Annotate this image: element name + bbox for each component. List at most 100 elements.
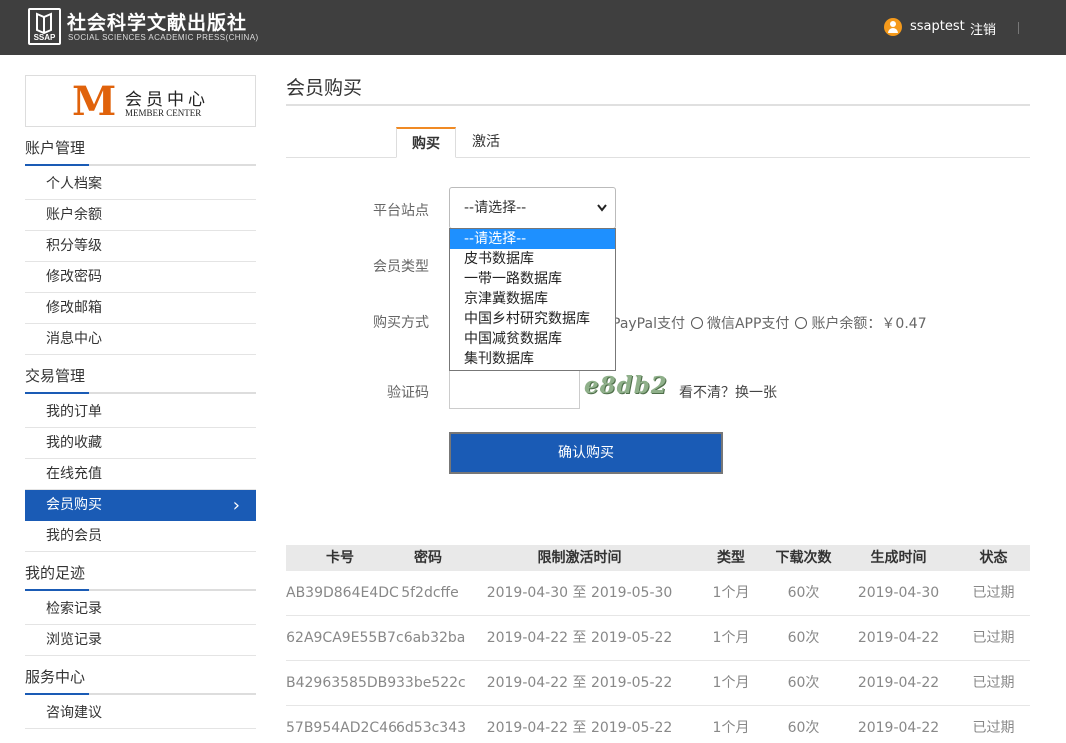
cell-created: 2019-04-22 [857, 675, 940, 691]
column-header-type: 类型 [717, 550, 745, 566]
cell-created: 2019-04-22 [857, 630, 940, 646]
logo-subtitle: SOCIAL SCIENCES ACADEMIC PRESS(CHINA) [68, 33, 259, 42]
table-row: 57B954AD2C46 6d53c343 2019-04-22 至 2019-… [286, 706, 1030, 743]
cell-created: 2019-04-30 [857, 585, 940, 601]
payment-balance-label: 账户余额：￥0.47 [811, 316, 927, 332]
column-header-status: 状态 [979, 550, 1008, 566]
payment-wechat-label: 微信APP支付 [706, 316, 790, 332]
column-header-password: 密码 [414, 550, 442, 566]
cell-status: 已过期 [972, 720, 1015, 736]
dropdown-option[interactable]: 一带一路数据库 [450, 269, 615, 289]
cell-downloads: 60次 [787, 720, 820, 736]
cell-card: 57B954AD2C46 [286, 720, 397, 736]
cell-card: 62A9CA9E55B7 [286, 630, 396, 646]
sidebar-item-messages[interactable]: 消息中心 [25, 324, 256, 355]
tab-purchase[interactable]: 购买 [396, 127, 456, 158]
top-bar: SSAP 社会科学文献出版社 SOCIAL SCIENCES ACADEMIC … [0, 0, 1066, 55]
sidebar-section-service: 服务中心 [25, 663, 256, 695]
sidebar-item-favorites[interactable]: 我的收藏 [25, 428, 256, 459]
section-title-label: 服务中心 [25, 668, 86, 686]
cell-downloads: 60次 [787, 630, 820, 646]
member-center-subtitle: MEMBER CENTER [125, 108, 202, 118]
cell-activation-period: 2019-04-30 至 2019-05-30 [486, 585, 673, 601]
payment-label: 购买方式 [373, 315, 429, 331]
column-header-created: 生成时间 [870, 550, 927, 566]
table-row: B42963585DB9 33be522c 2019-04-22 至 2019-… [286, 661, 1030, 706]
sidebar-item-change-password[interactable]: 修改密码 [25, 262, 256, 293]
sidebar-item-label: 会员购买 [46, 497, 102, 513]
cell-card: B42963585DB9 [286, 675, 397, 691]
member-center-letter: M [72, 78, 117, 125]
payment-wechat-radio[interactable] [690, 317, 703, 329]
cell-password: 6d53c343 [396, 720, 467, 736]
payment-balance-radio[interactable] [795, 317, 808, 329]
ssap-logo-icon[interactable]: SSAP [28, 8, 61, 45]
cell-status: 已过期 [972, 630, 1015, 646]
sidebar-item-change-email[interactable]: 修改邮箱 [25, 293, 256, 324]
sidebar-item-browse-history[interactable]: 浏览记录 [25, 625, 256, 656]
section-accent [25, 693, 89, 695]
page-title: 会员购买 [286, 77, 363, 99]
confirm-purchase-button[interactable]: 确认购买 [449, 432, 723, 474]
cell-type: 1个月 [712, 630, 750, 646]
platform-label: 平台站点 [373, 203, 429, 219]
captcha-image[interactable]: e8db2 [584, 371, 667, 405]
column-header-activation-period: 限制激活时间 [537, 550, 622, 566]
chevron-right-icon: › [232, 495, 240, 516]
sidebar-item-profile[interactable]: 个人档案 [25, 169, 256, 200]
logo-abbr: SSAP [33, 33, 56, 42]
table-row: AB39D864E4DC 5f2dcffe 2019-04-30 至 2019-… [286, 571, 1030, 616]
section-accent [25, 589, 89, 591]
sidebar-section-trade: 交易管理 [25, 362, 256, 394]
cell-activation-period: 2019-04-22 至 2019-05-22 [486, 630, 673, 646]
captcha-refresh-link[interactable]: 看不清？换一张 [679, 382, 777, 402]
captcha-label: 验证码 [387, 385, 429, 401]
username[interactable]: ssaptest [910, 19, 965, 34]
book-glyph-icon [36, 12, 52, 34]
cell-password: 33be522c [396, 675, 466, 691]
cell-activation-period: 2019-04-22 至 2019-05-22 [486, 675, 673, 691]
section-title-label: 我的足迹 [25, 564, 86, 582]
sidebar-item-balance[interactable]: 账户余额 [25, 200, 256, 231]
sidebar-item-points[interactable]: 积分等级 [25, 231, 256, 262]
header-divider [1018, 22, 1019, 34]
cell-card: AB39D864E4DC [286, 585, 399, 601]
dropdown-option[interactable]: 集刊数据库 [450, 349, 615, 369]
title-divider [286, 104, 1030, 106]
sidebar-item-recharge[interactable]: 在线充值 [25, 459, 256, 490]
member-center-title: 会员中心 [125, 90, 209, 110]
sidebar-section-history: 我的足迹 [25, 559, 256, 591]
cell-password: 5f2dcffe [401, 585, 459, 601]
sidebar-item-feedback[interactable]: 咨询建议 [25, 698, 256, 729]
sidebar-item-membership-purchase[interactable]: 会员购买 › [25, 490, 256, 521]
sidebar-item-my-membership[interactable]: 我的会员 [25, 521, 256, 552]
section-title-label: 账户管理 [25, 139, 86, 157]
section-accent [25, 392, 89, 394]
platform-select[interactable]: --请选择-- [449, 187, 616, 229]
captcha-input[interactable] [449, 369, 580, 409]
cell-type: 1个月 [712, 720, 750, 736]
payment-paypal-label: PayPal支付 [612, 316, 685, 332]
section-accent [25, 164, 89, 166]
cell-downloads: 60次 [787, 675, 820, 691]
dropdown-option[interactable]: 皮书数据库 [450, 249, 615, 269]
sidebar-item-search-history[interactable]: 检索记录 [25, 594, 256, 625]
cell-created: 2019-04-22 [857, 720, 940, 736]
platform-dropdown: --请选择-- 皮书数据库 一带一路数据库 京津冀数据库 中国乡村研究数据库 中… [449, 228, 616, 371]
dropdown-option[interactable]: 中国减贫数据库 [450, 329, 615, 349]
member-center-banner: M 会员中心 MEMBER CENTER [25, 75, 256, 127]
table-row: 62A9CA9E55B7 c6ab32ba 2019-04-22 至 2019-… [286, 616, 1030, 661]
member-type-label: 会员类型 [373, 259, 429, 275]
cell-password: c6ab32ba [396, 630, 466, 646]
sidebar-item-orders[interactable]: 我的订单 [25, 397, 256, 428]
dropdown-option[interactable]: 京津冀数据库 [450, 289, 615, 309]
cell-type: 1个月 [712, 675, 750, 691]
logout-link[interactable]: 注销 [970, 19, 996, 38]
tab-activate[interactable]: 激活 [456, 127, 516, 158]
dropdown-option[interactable]: 中国乡村研究数据库 [450, 309, 615, 329]
cell-status: 已过期 [972, 675, 1015, 691]
dropdown-option[interactable]: --请选择-- [450, 229, 615, 249]
user-icon[interactable] [884, 18, 902, 36]
cell-downloads: 60次 [787, 585, 820, 601]
logo-title[interactable]: 社会科学文献出版社 [67, 8, 247, 35]
